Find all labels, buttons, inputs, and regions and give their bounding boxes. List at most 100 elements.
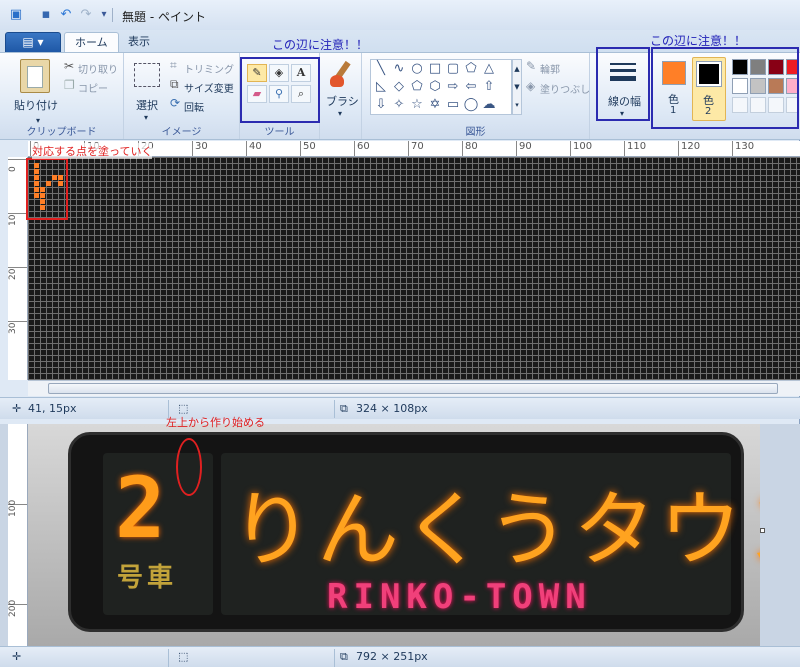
crop-button[interactable]: トリミング [184,61,234,76]
select-button[interactable]: 選択 [136,97,158,113]
five-point-star-shape-icon[interactable]: ☆ [408,97,426,113]
ruler-tick-label: 10 [8,213,27,226]
status-separator [334,649,335,667]
window-title: 無題 - ペイント [122,10,206,24]
vertical-ruler: 0 10 20 30 [8,157,28,380]
diamond-shape-icon[interactable]: ◇ [390,79,408,95]
ruler-tick-label: 20 [8,267,27,280]
line-shape-icon[interactable]: ╲ [372,61,390,77]
image-size-icon: ⧉ [340,402,348,415]
rectangle-shape-icon[interactable]: □ [426,61,444,77]
down-arrow-shape-icon[interactable]: ⇩ [372,97,390,113]
rotate-button[interactable]: 回転 [184,99,204,114]
brush-button[interactable]: ブラシ [326,93,359,109]
resize-handle[interactable] [760,528,765,533]
tools-group-label: ツール [264,127,295,138]
cloud-callout-shape-icon[interactable]: ☁ [480,97,498,113]
shapes-group: ╲ ∿ ○ □ ▢ ⬠ △ ◺ ◇ ⬠ ⬡ ⇨ ⇦ ⇧ ⇩ ✧ ☆ ✡ ▭ ◯ [362,53,590,139]
hexagon-shape-icon[interactable]: ⬡ [426,79,444,95]
annotation-box-canvas-start [26,158,68,220]
six-point-star-shape-icon[interactable]: ✡ [426,97,444,113]
left-arrow-shape-icon[interactable]: ⇦ [462,79,480,95]
vertical-ruler-bottom: 100 200 [8,424,28,646]
ruler-tick-label: 50 [300,141,316,156]
paint-window-top: ▣ ▪ ↶ ↷ ▾ 無題 - ペイント ▤ ▾ ホーム 表示 貼り付け ▾ ✂ … [0,0,800,424]
paint-window-bottom: 100 200 2 号車 りんくうタウン RINKO-TOWN 左上から作り始める… [0,416,800,667]
brush-icon [328,60,354,89]
oval-shape-icon[interactable]: ○ [408,61,426,77]
ruler-tick-label: 30 [8,321,27,334]
annotation-canvas-note: 対応する点を塗っていく [32,143,153,159]
right-triangle-shape-icon[interactable]: ◺ [372,79,390,95]
ruler-tick-label: 60 [354,141,370,156]
image-group-label: イメージ [161,127,202,138]
drawing-canvas[interactable] [28,157,800,380]
ruler-tick-label: 130 [732,141,754,156]
destination-sign: 2 号車 りんくうタウン RINKO-TOWN [68,432,760,632]
cursor-position-icon: ✛ [12,402,22,415]
four-point-star-shape-icon[interactable]: ✧ [390,97,408,113]
polygon-shape-icon[interactable]: ⬠ [462,61,480,77]
copy-icon: ❐ [64,78,75,92]
ruler-tick-label: 30 [192,141,208,156]
rounded-rect-shape-icon[interactable]: ▢ [444,61,462,77]
destination-english: RINKO-TOWN [327,577,592,617]
ruler-tick-label: 40 [246,141,262,156]
ruler-tick-label: 120 [678,141,700,156]
customize-dropdown-icon[interactable]: ▾ [96,7,112,23]
tab-view[interactable]: 表示 [118,32,160,52]
crop-icon: ⌗ [170,58,177,72]
save-icon[interactable]: ▪ [38,7,54,23]
status-bar-bottom: ✛ ⬚ ⧉ 792 × 251px [0,646,800,667]
scrollbar-thumb[interactable] [48,383,778,394]
image-size-bottom: 792 × 251px [356,650,428,663]
pentagon-shape-icon[interactable]: ⬠ [408,79,426,95]
shapes-gallery-scroll[interactable]: ▲ ▼ ▾ [512,59,522,115]
title-separator [112,8,113,22]
triangle-shape-icon[interactable]: △ [480,61,498,77]
outline-icon: ✎ [526,59,537,73]
curve-shape-icon[interactable]: ∿ [390,61,408,77]
clipboard-group-label: クリップボード [26,127,97,138]
ruler-tick-label: 100 [8,500,27,517]
oval-callout-shape-icon[interactable]: ◯ [462,97,480,113]
outline-button[interactable]: 輪郭 [540,61,560,76]
rotate-icon: ⟳ [170,96,181,110]
ruler-tick-label: 200 [8,600,27,617]
brush-dropdown-icon[interactable]: ▾ [338,109,342,118]
ruler-tick-label: 100 [570,141,592,156]
annotation-photo-note: 左上から作り始める [166,416,265,429]
up-arrow-shape-icon[interactable]: ⇧ [480,79,498,95]
image-group: 選択 ▾ ⌗ トリミング ⧉ サイズ変更 ⟳ 回転 イメージ [124,53,240,139]
paste-button[interactable]: 貼り付け [14,97,58,113]
destination-panel: りんくうタウン RINKO-TOWN [221,453,760,617]
image-size: 324 × 108px [356,402,428,415]
selection-size-icon: ⬚ [178,650,189,663]
status-bar-top: ✛ 41, 15px ⬚ ⧉ 324 × 108px [0,397,800,419]
shapes-gallery: ╲ ∿ ○ □ ▢ ⬠ △ ◺ ◇ ⬠ ⬡ ⇨ ⇦ ⇧ ⇩ ✧ ☆ ✡ ▭ ◯ [370,59,512,115]
redo-icon[interactable]: ↷ [78,7,94,23]
brush-group: ブラシ ▾ [320,53,362,139]
resize-button[interactable]: サイズ変更 [184,80,234,95]
horizontal-scrollbar[interactable] [28,380,800,396]
status-separator [334,400,335,418]
annotation-box-colors [651,47,799,129]
file-menu-button[interactable]: ▤ ▾ [5,32,61,52]
rounded-callout-shape-icon[interactable]: ▭ [444,97,462,113]
right-arrow-shape-icon[interactable]: ⇨ [444,79,462,95]
shape-fill-icon: ◈ [526,79,536,93]
clipboard-group: 貼り付け ▾ ✂ 切り取り ❐ コピー クリップボード [0,53,124,139]
annotation-circle-start [176,438,202,496]
ruler-tick-label: 110 [624,141,646,156]
destination-japanese: りんくうタウン [231,483,760,578]
select-dropdown-icon[interactable]: ▾ [144,113,148,122]
undo-icon[interactable]: ↶ [58,7,74,23]
sign-photo: 2 号車 りんくうタウン RINKO-TOWN [28,424,760,646]
shape-fill-button[interactable]: 塗りつぶし [540,81,590,96]
copy-button[interactable]: コピー [78,80,108,95]
status-separator [168,649,169,667]
tab-home[interactable]: ホーム [64,32,119,52]
cut-button[interactable]: 切り取り [78,61,118,76]
paint-app-icon: ▣ [9,7,23,22]
ruler-tick-label: 70 [408,141,424,156]
